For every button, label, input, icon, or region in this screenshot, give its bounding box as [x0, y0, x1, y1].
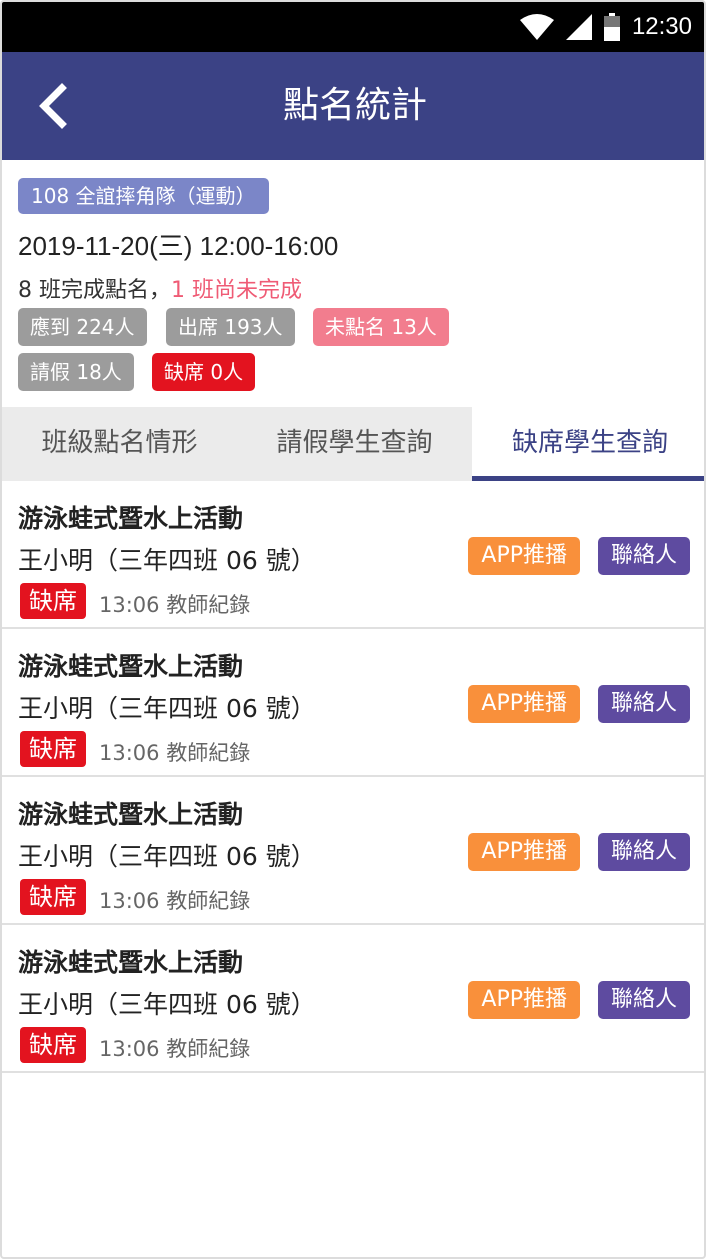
wifi-icon: [519, 14, 554, 40]
contact-button[interactable]: 聯絡人: [597, 537, 690, 575]
record-info: 13:06 教師紀錄: [99, 741, 251, 765]
student-name: 王小明（三年四班 06 號）: [18, 990, 316, 1019]
list-item: 游泳蛙式暨水上活動 王小明（三年四班 06 號） 缺席 13:06 教師紀錄 A…: [2, 777, 704, 925]
tab-bar: 班級點名情形 請假學生查詢 缺席學生查詢: [2, 407, 704, 481]
status-icons: 12:30: [519, 2, 692, 52]
app-push-button[interactable]: APP推播: [468, 537, 580, 575]
list-item: 游泳蛙式暨水上活動 王小明（三年四班 06 號） 缺席 13:06 教師紀錄 A…: [2, 481, 704, 629]
student-name: 王小明（三年四班 06 號）: [18, 694, 316, 723]
battery-icon: [603, 13, 620, 41]
session-summary: 108 全誼摔角隊（運動） 2019-11-20(三) 12:00-16:00 …: [2, 160, 704, 407]
activity-title: 游泳蛙式暨水上活動: [18, 800, 244, 829]
tab-absent-students[interactable]: 缺席學生查詢: [472, 407, 704, 481]
absent-status-tag: 缺席: [20, 583, 86, 619]
absent-status-tag: 缺席: [20, 879, 86, 915]
app-push-button[interactable]: APP推播: [468, 981, 580, 1019]
progress-line: 8 班完成點名，1 班尚未完成: [18, 272, 302, 304]
absent-status-tag: 缺席: [20, 731, 86, 767]
leave-count-chip: 請假 18人: [18, 353, 134, 391]
student-name: 王小明（三年四班 06 號）: [18, 842, 316, 871]
record-info: 13:06 教師紀錄: [99, 593, 251, 617]
activity-title: 游泳蛙式暨水上活動: [18, 652, 244, 681]
student-name: 王小明（三年四班 06 號）: [18, 546, 316, 575]
session-datetime: 2019-11-20(三) 12:00-16:00: [18, 231, 339, 261]
list-item: 游泳蛙式暨水上活動 王小明（三年四班 06 號） 缺席 13:06 教師紀錄 A…: [2, 629, 704, 777]
contact-button[interactable]: 聯絡人: [597, 833, 690, 871]
contact-button[interactable]: 聯絡人: [597, 981, 690, 1019]
app-bar: 點名統計: [2, 52, 704, 160]
signal-icon: [565, 14, 592, 40]
tab-leave-students[interactable]: 請假學生查詢: [237, 407, 472, 481]
tab-class-attendance[interactable]: 班級點名情形: [2, 407, 237, 481]
page-title: 點名統計: [282, 85, 427, 126]
status-bar: 12:30: [2, 2, 704, 52]
absent-student-list: 游泳蛙式暨水上活動 王小明（三年四班 06 號） 缺席 13:06 教師紀錄 A…: [2, 481, 704, 1073]
record-info: 13:06 教師紀錄: [99, 889, 251, 913]
pending-text: 1 班尚未完成: [171, 278, 302, 303]
app-push-button[interactable]: APP推播: [468, 833, 580, 871]
absent-count-chip: 缺席 0人: [152, 353, 256, 391]
app-push-button[interactable]: APP推播: [468, 685, 580, 723]
completed-text: 8 班完成點名，: [18, 278, 171, 303]
list-item: 游泳蛙式暨水上活動 王小明（三年四班 06 號） 缺席 13:06 教師紀錄 A…: [2, 925, 704, 1073]
group-badge: 108 全誼摔角隊（運動）: [18, 178, 269, 214]
expected-count-chip: 應到 224人: [18, 308, 147, 346]
activity-title: 游泳蛙式暨水上活動: [18, 504, 244, 533]
record-info: 13:06 教師紀錄: [99, 1037, 251, 1061]
contact-button[interactable]: 聯絡人: [597, 685, 690, 723]
status-time: 12:30: [631, 13, 692, 40]
app-frame: 12:30 點名統計 108 全誼摔角隊（運動） 2019-11-20(三) 1…: [0, 0, 706, 1259]
present-count-chip: 出席 193人: [166, 308, 295, 346]
activity-title: 游泳蛙式暨水上活動: [18, 948, 244, 977]
not-called-count-chip: 未點名 13人: [313, 308, 449, 346]
absent-status-tag: 缺席: [20, 1027, 86, 1063]
